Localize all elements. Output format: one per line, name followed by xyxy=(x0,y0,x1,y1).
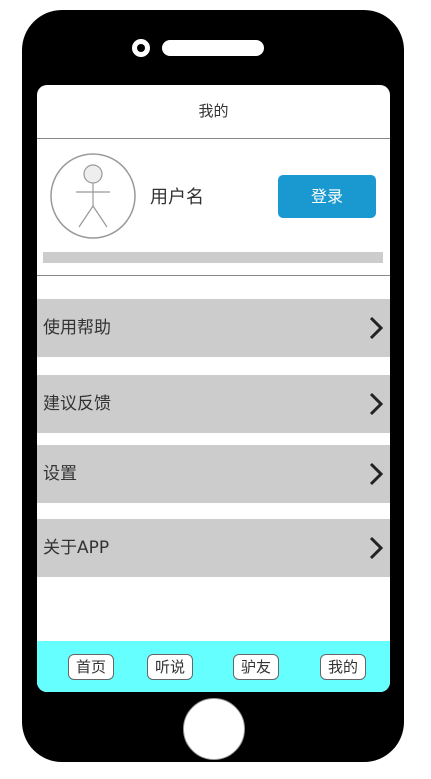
chevron-right-icon xyxy=(369,536,384,560)
tab-mine[interactable]: 我的 xyxy=(320,654,367,680)
progress-bar xyxy=(43,252,383,263)
menu-item-label: 建议反馈 xyxy=(43,394,111,414)
menu-item-label: 使用帮助 xyxy=(43,318,111,338)
speaker-grille xyxy=(162,40,264,56)
app-screen: 我的 用户名 登录 使用帮助 建议反馈 设置 关于APP 首页 听说 驴友 我的 xyxy=(37,85,390,692)
chevron-right-icon xyxy=(369,462,384,486)
avatar-icon[interactable] xyxy=(50,153,136,239)
menu-item-about[interactable]: 关于APP xyxy=(37,519,390,577)
tab-travel-friends[interactable]: 驴友 xyxy=(233,654,280,680)
title-divider xyxy=(37,138,390,139)
menu-item-feedback[interactable]: 建议反馈 xyxy=(37,375,390,433)
login-button[interactable]: 登录 xyxy=(278,175,376,218)
camera-icon xyxy=(132,39,150,57)
phone-frame: 我的 用户名 登录 使用帮助 建议反馈 设置 关于APP 首页 听说 驴友 我的 xyxy=(22,10,404,762)
chevron-right-icon xyxy=(369,316,384,340)
profile-divider xyxy=(37,275,390,276)
chevron-right-icon xyxy=(369,392,384,416)
tab-listen[interactable]: 听说 xyxy=(147,654,194,680)
menu-item-label: 关于APP xyxy=(43,538,110,558)
menu-item-label: 设置 xyxy=(43,464,77,484)
home-button[interactable] xyxy=(183,698,245,760)
page-title: 我的 xyxy=(198,102,229,120)
tab-home[interactable]: 首页 xyxy=(68,654,115,680)
menu-item-settings[interactable]: 设置 xyxy=(37,445,390,503)
bottom-tab-bar: 首页 听说 驴友 我的 xyxy=(37,641,390,692)
camera-lens xyxy=(137,44,145,52)
menu-item-help[interactable]: 使用帮助 xyxy=(37,299,390,357)
username-label: 用户名 xyxy=(150,187,204,208)
